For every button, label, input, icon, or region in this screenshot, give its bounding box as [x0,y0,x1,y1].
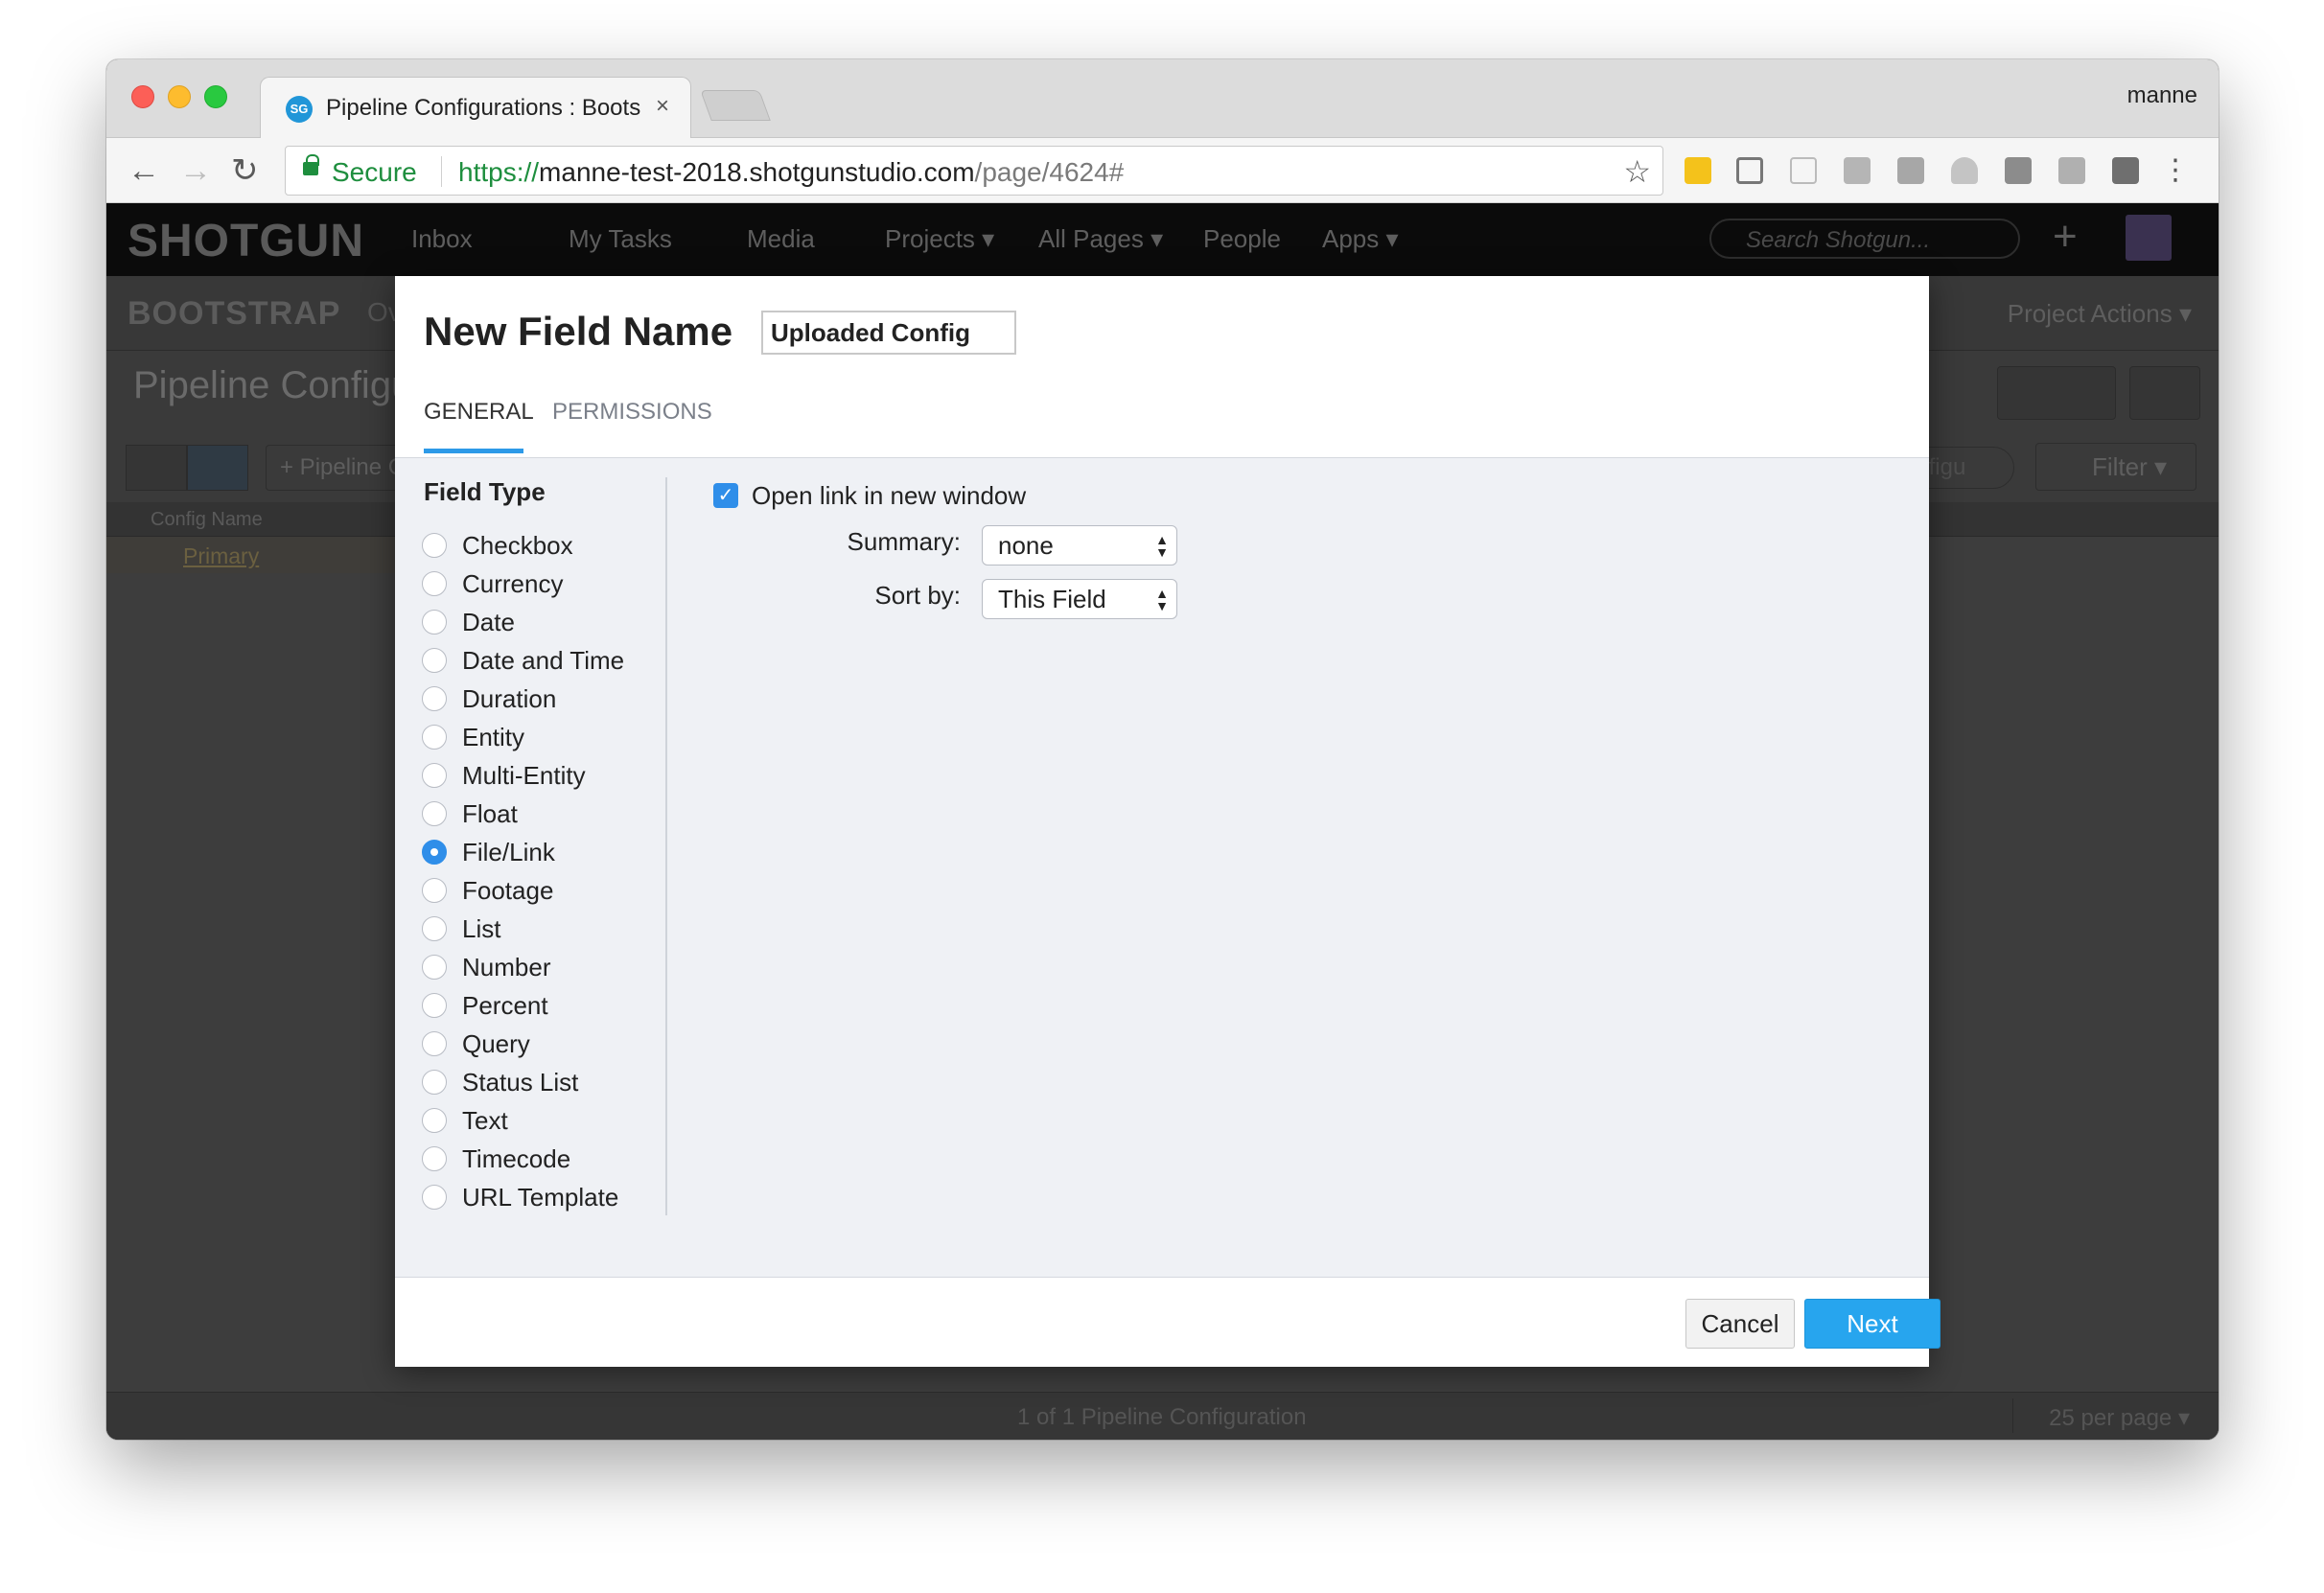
tab-close-icon[interactable]: × [656,93,669,120]
extension-icon[interactable] [1685,157,1711,184]
refresh-icon[interactable] [2129,366,2200,420]
summary-select[interactable]: none ▲ ▼ [982,525,1177,566]
extension-icon[interactable] [1790,157,1817,184]
browser-toolbar: ← → ↻ Secure https://manne-test-2018.sho… [106,138,2219,203]
cancel-button[interactable]: Cancel [1685,1299,1795,1349]
radio-button[interactable] [422,916,447,941]
radio-button[interactable] [422,878,447,903]
global-nav: SHOTGUN Inbox My Tasks Media Projects ▾ … [106,203,2219,276]
dialog-footer: Cancel Next [395,1277,1941,1367]
radio-button[interactable] [422,686,447,711]
filter-button[interactable]: Filter ▾ [2035,443,2196,491]
browser-menu-icon[interactable]: ⋮ [2161,151,2190,190]
radio-button[interactable] [422,1146,447,1171]
config-name-link[interactable]: Primary [183,543,259,569]
reload-icon[interactable]: ↻ [231,151,259,190]
list-view-icon[interactable] [187,445,248,491]
radio-button[interactable] [422,1185,447,1210]
browser-window: SG Pipeline Configurations : Boots × man… [106,59,2219,1440]
sort-by-select[interactable]: This Field ▲ ▼ [982,579,1177,619]
open-new-window-label: Open link in new window [752,481,1027,510]
shotgun-logo[interactable]: SHOTGUN [128,215,364,267]
extension-icon[interactable] [2005,157,2032,184]
shotgun-favicon-icon: SG [286,96,313,123]
back-icon[interactable]: ← [128,151,160,190]
field-type-heading: Field Type [424,477,546,506]
nav-projects[interactable]: Projects ▾ [885,224,994,254]
new-tab-button[interactable] [700,90,771,121]
per-page-menu[interactable]: 25 per page ▾ [2049,1404,2190,1432]
forward-icon[interactable]: → [179,151,212,190]
extension-icon[interactable] [1897,157,1924,184]
search-placeholder: Search Shotgun... [1746,227,1931,253]
radio-button[interactable] [422,801,447,826]
dialog-title: New Field Name [424,309,733,354]
open-new-window-checkbox[interactable]: ✓ [713,483,738,508]
radio-button[interactable] [422,648,447,673]
pagination-footer: 1 of 1 Pipeline Configuration 25 per pag… [106,1392,2219,1440]
dialog-header: New Field Name GENERAL PERMISSIONS [395,276,1929,458]
address-bar[interactable]: Secure https://manne-test-2018.shotgunst… [285,146,1663,196]
radio-button[interactable] [422,763,447,788]
add-pipeline-button[interactable]: + Pipeline Configuration [266,445,409,491]
radio-button[interactable] [422,571,447,596]
cast-icon[interactable] [1736,157,1763,184]
active-tab-indicator [424,449,523,453]
status-toggle-button[interactable] [1997,366,2116,420]
extension-icon[interactable] [2112,157,2139,184]
summary-label: Summary: [847,527,961,556]
tab-title: Pipeline Configurations : Boots [326,95,641,121]
radio-button[interactable] [422,1108,447,1133]
nav-apps[interactable]: Apps ▾ [1322,224,1399,254]
nav-my-tasks[interactable]: My Tasks [569,224,672,254]
radio-button[interactable] [422,993,447,1018]
bookmark-star-icon[interactable]: ☆ [1623,153,1651,190]
avatar[interactable] [2126,215,2172,261]
nav-media[interactable]: Media [747,224,815,254]
profile-name[interactable]: manne [2127,82,2197,109]
extension-icon[interactable] [2058,157,2085,184]
radio-button[interactable] [422,725,447,750]
nav-inbox[interactable]: Inbox [411,224,473,254]
browser-titlebar: SG Pipeline Configurations : Boots × man… [106,59,2219,140]
field-name-input[interactable] [761,311,1016,355]
summary-value: none [998,531,1054,560]
nav-all-pages[interactable]: All Pages ▾ [1038,224,1163,254]
browser-tab[interactable]: SG Pipeline Configurations : Boots × [260,77,691,140]
extension-icon[interactable] [1844,157,1871,184]
column-header-config-name[interactable]: Config Name [151,509,263,531]
global-search-input[interactable]: Search Shotgun... [1709,219,2020,259]
sort-by-value: This Field [998,585,1106,613]
tab-permissions[interactable]: PERMISSIONS [552,399,712,426]
tab-general[interactable]: GENERAL [424,399,534,426]
radio-button-checked[interactable] [422,840,447,865]
next-button[interactable]: Next [1804,1299,1941,1349]
radio-button[interactable] [422,1031,447,1056]
radio-button[interactable] [422,955,447,980]
close-window-button[interactable] [131,85,154,108]
nav-people[interactable]: People [1203,224,1281,254]
project-name[interactable]: BOOTSTRAP [128,295,340,333]
zoom-window-button[interactable] [204,85,227,108]
lock-icon [303,154,319,175]
drive-icon[interactable] [1951,157,1978,184]
select-arrows-icon: ▲ ▼ [1155,532,1169,560]
minimize-window-button[interactable] [168,85,191,108]
radio-button[interactable] [422,1070,447,1095]
new-field-dialog: New Field Name GENERAL PERMISSIONS Field… [395,276,1941,1367]
project-actions-menu[interactable]: Project Actions ▾ [2008,299,2192,329]
plus-icon[interactable]: + [2053,213,2078,261]
footer-divider [2012,1398,2013,1433]
record-count: 1 of 1 Pipeline Configuration [1017,1404,1307,1430]
sort-by-label: Sort by: [874,581,961,610]
url-divider [441,156,442,187]
thumbnail-view-icon[interactable] [126,445,187,491]
secure-label: Secure [332,157,417,187]
radio-button[interactable] [422,610,447,635]
url-text[interactable]: https://manne-test-2018.shotgunstudio.co… [458,157,1124,188]
select-arrows-icon: ▲ ▼ [1155,586,1169,613]
table-row[interactable]: Primary [106,537,404,573]
column-divider [665,477,667,1215]
radio-button[interactable] [422,533,447,558]
